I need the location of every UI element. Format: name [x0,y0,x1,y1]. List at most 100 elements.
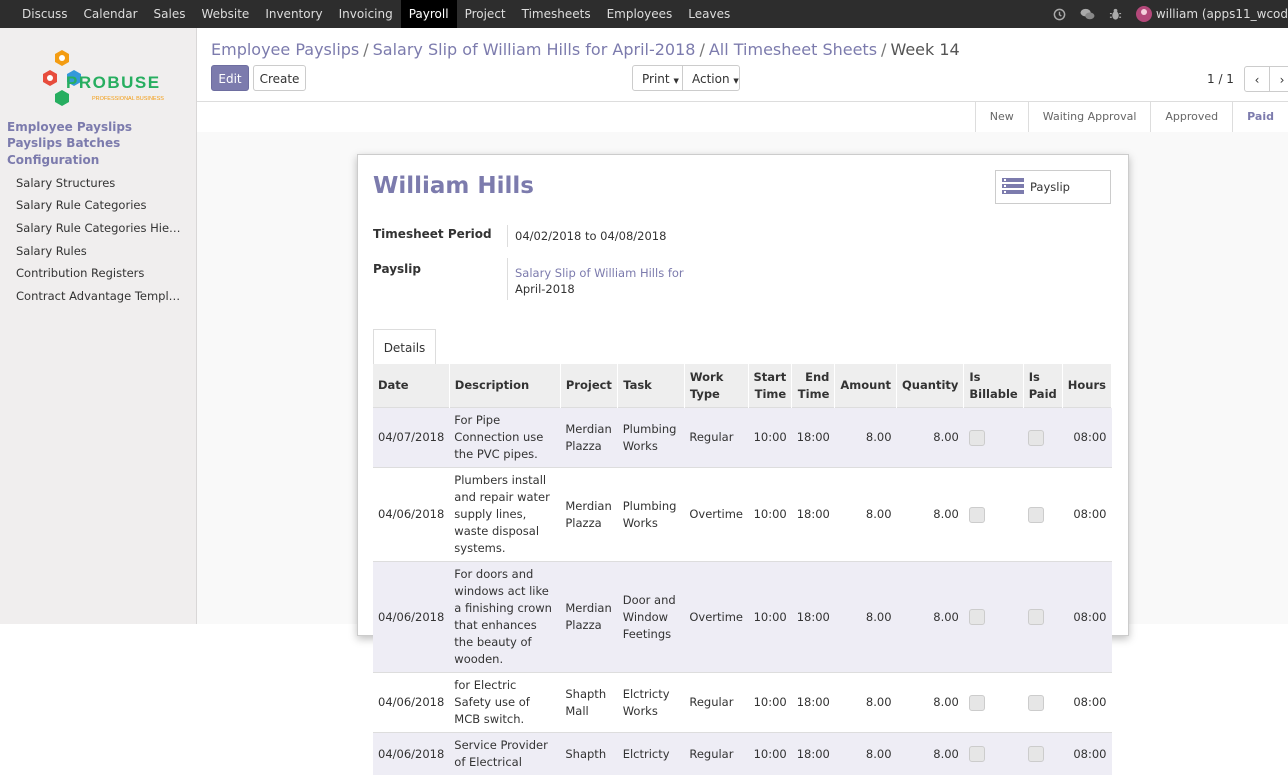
pager-next-button[interactable]: › [1269,66,1288,92]
cell-task: Plumbing Works [618,468,685,562]
cell-work-type: Regular [684,673,748,733]
cell-project: Merdian Plazza [560,408,617,468]
sidebar-item-contribution-registers[interactable]: Contribution Registers [16,266,144,280]
sidebar-item-salary-rule-categories[interactable]: Salary Rule Categories [16,198,146,212]
table-row[interactable]: 04/06/2018Service Provider of Electrical… [373,733,1112,775]
main-content: Employee Payslips/Salary Slip of William… [197,28,1288,624]
table-body: 04/07/2018For Pipe Connection use the PV… [373,408,1112,775]
cell-quantity: 8.00 [897,673,964,733]
print-label: Print [642,72,670,86]
menu-website[interactable]: Website [193,0,257,28]
billable-checkbox[interactable] [969,507,985,523]
table-row[interactable]: 04/06/2018for Electric Safety use of MCB… [373,673,1112,733]
billable-checkbox[interactable] [969,430,985,446]
col-quantity[interactable]: Quantity [897,364,964,408]
cell-project: Merdian Plazza [560,468,617,562]
clock-icon[interactable] [1046,0,1074,28]
logo-tagline: PROFESSIONAL BUSINESS [92,96,164,102]
stage-approved[interactable]: Approved [1150,102,1232,132]
paid-checkbox[interactable] [1028,695,1044,711]
breadcrumb-separator: / [699,40,704,59]
user-menu[interactable]: william (apps11_wcod [1130,6,1288,22]
menu-employees[interactable]: Employees [599,0,681,28]
col-is-paid[interactable]: Is Paid [1023,364,1062,408]
paid-checkbox[interactable] [1028,430,1044,446]
menu-project[interactable]: Project [457,0,514,28]
stage-new[interactable]: New [975,102,1028,132]
action-dropdown[interactable]: Action ▼ [682,65,740,91]
menu-timesheets[interactable]: Timesheets [514,0,599,28]
logo-brand: PROBUSE [66,73,161,92]
col-start-time[interactable]: Start Time [748,364,792,408]
col-project[interactable]: Project [560,364,617,408]
print-dropdown[interactable]: Print ▼ [632,65,683,91]
col-end-time[interactable]: End Time [792,364,835,408]
table-row[interactable]: 04/06/2018Plumbers install and repair wa… [373,468,1112,562]
menu-calendar[interactable]: Calendar [76,0,146,28]
menu-invoicing[interactable]: Invoicing [331,0,401,28]
cell-is-billable [964,408,1023,468]
cell-is-billable [964,733,1023,775]
cell-end-time: 18:00 [792,468,835,562]
cell-start-time: 10:00 [748,408,792,468]
cell-hours: 08:00 [1062,562,1111,673]
sidebar-head-payslips-batches[interactable]: Payslips Batches [7,136,120,150]
cell-date: 04/06/2018 [373,733,449,775]
col-hours[interactable]: Hours [1062,364,1111,408]
cell-work-type: Regular [684,408,748,468]
cell-quantity: 8.00 [897,562,964,673]
cell-amount: 8.00 [835,673,897,733]
col-task[interactable]: Task [618,364,685,408]
sidebar-item-salary-structures[interactable]: Salary Structures [16,176,115,190]
col-is-billable[interactable]: Is Billable [964,364,1023,408]
tab-details[interactable]: Details [373,329,436,365]
cell-work-type: Overtime [684,562,748,673]
col-amount[interactable]: Amount [835,364,897,408]
payslip-value: Salary Slip of William Hills for April-2… [515,265,684,297]
edit-button[interactable]: Edit [211,65,249,91]
stage-waiting-approval[interactable]: Waiting Approval [1028,102,1151,132]
chat-icon[interactable] [1074,0,1102,28]
company-logo: PROBUSE PROFESSIONAL BUSINESS [36,40,166,106]
sidebar-item-contract-advantage-templates[interactable]: Contract Advantage Templ… [16,289,180,303]
create-button[interactable]: Create [253,65,306,91]
bug-icon[interactable] [1102,0,1130,28]
payslip-smart-button[interactable]: Payslip [995,170,1111,204]
col-description[interactable]: Description [449,364,560,408]
paid-checkbox[interactable] [1028,507,1044,523]
col-date[interactable]: Date [373,364,449,408]
cell-task: Plumbing Works [618,408,685,468]
timesheet-period-value: 04/02/2018 to 04/08/2018 [515,229,666,243]
menu-discuss[interactable]: Discuss [14,0,76,28]
systray: william (apps11_wcod [1046,0,1288,28]
billable-checkbox[interactable] [969,609,985,625]
sidebar-head-configuration: Configuration [7,153,99,167]
cell-task: Door and Window Feetings [618,562,685,673]
sidebar-item-salary-rule-categories-hierarchy[interactable]: Salary Rule Categories Hie… [16,221,181,235]
pager-previous-button[interactable]: ‹ [1244,66,1270,92]
payslip-label: Payslip [373,262,421,276]
breadcrumb-all-timesheet-sheets[interactable]: All Timesheet Sheets [709,40,877,59]
breadcrumb-salary-slip[interactable]: Salary Slip of William Hills for April-2… [373,40,696,59]
menu-payroll[interactable]: Payroll [401,0,457,28]
payslip-link[interactable]: Salary Slip of William Hills for [515,266,684,280]
col-work-type[interactable]: Work Type [684,364,748,408]
table-row[interactable]: 04/07/2018For Pipe Connection use the PV… [373,408,1112,468]
cell-is-paid [1023,733,1062,775]
billable-checkbox[interactable] [969,746,985,762]
menu-sales[interactable]: Sales [146,0,194,28]
sidebar-head-employee-payslips[interactable]: Employee Payslips [7,120,132,134]
paid-checkbox[interactable] [1028,746,1044,762]
table-row[interactable]: 04/06/2018For doors and windows act like… [373,562,1112,673]
stage-paid[interactable]: Paid [1232,102,1288,132]
billable-checkbox[interactable] [969,695,985,711]
cell-end-time: 18:00 [792,673,835,733]
sidebar-item-salary-rules[interactable]: Salary Rules [16,244,87,258]
menu-leaves[interactable]: Leaves [680,0,738,28]
cell-task: Elctricty [618,733,685,775]
paid-checkbox[interactable] [1028,609,1044,625]
app-menu: Discuss Calendar Sales Website Inventory… [14,0,738,28]
breadcrumb-employee-payslips[interactable]: Employee Payslips [211,40,359,59]
menu-inventory[interactable]: Inventory [257,0,330,28]
cell-is-paid [1023,468,1062,562]
